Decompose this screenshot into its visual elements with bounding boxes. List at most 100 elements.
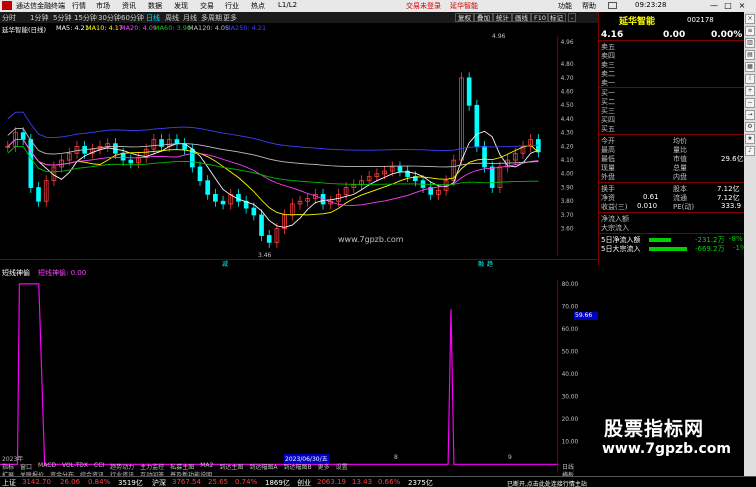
indicator-tab-0[interactable]: 指标 bbox=[0, 462, 16, 471]
indicator-tab-1[interactable]: 窗口 bbox=[18, 462, 34, 471]
biaoji-button[interactable]: 标记 bbox=[547, 13, 566, 22]
menu-jiaoyi[interactable]: 交易 bbox=[200, 1, 214, 11]
tongji-button[interactable]: 统计 bbox=[493, 13, 512, 22]
indicator-tab-10[interactable]: 到达幅图A bbox=[247, 462, 279, 471]
menu-hangqing[interactable]: 行情 bbox=[72, 1, 86, 11]
menu-bangzhu[interactable]: 帮助 bbox=[582, 1, 596, 11]
tab-period-month[interactable]: 月线 bbox=[183, 13, 197, 23]
settings-icon[interactable]: ⚙ bbox=[745, 122, 755, 132]
menu-gongneng[interactable]: 功能 bbox=[558, 1, 572, 11]
price-labels: 4.96 4.80 4.70 4.60 4.50 4.40 4.30 4.20 4.10 4.00… bbox=[561, 40, 574, 232]
inner-label: 内盘 bbox=[673, 173, 687, 181]
period-toolbar: 分时 1分钟 5分钟 15分钟 30分钟 60分钟 日线 周线 月线 多周期 更… bbox=[0, 12, 598, 23]
sz-value: 3767.54 bbox=[172, 478, 201, 486]
tab-period-more[interactable]: 更多 bbox=[223, 13, 237, 23]
price-tick-label: 4.00 bbox=[561, 172, 574, 178]
price-tick-label: 4.20 bbox=[561, 144, 574, 150]
side-tool-strip: × ≡ ▥ ▤ ▦ i + − → ⚙ ★ ♪ bbox=[744, 12, 756, 476]
collapse-button[interactable]: - bbox=[568, 13, 577, 22]
sh-amount: 3519亿 bbox=[118, 479, 143, 487]
current-price: 4.16 bbox=[601, 30, 624, 40]
indicator-tab-13[interactable]: 设置 bbox=[334, 462, 350, 471]
grid-icon[interactable]: ▦ bbox=[745, 62, 755, 72]
indicator-tab-9[interactable]: 到达主图 bbox=[217, 462, 245, 471]
indicator-tab-11[interactable]: 到达幅图B bbox=[281, 462, 313, 471]
pe-value: 333.9 bbox=[721, 202, 742, 210]
info-icon[interactable]: i bbox=[745, 74, 755, 84]
maximize-button[interactable]: □ bbox=[722, 0, 734, 12]
candle-body bbox=[28, 139, 34, 188]
tab-period-5m[interactable]: 5分钟 bbox=[53, 13, 71, 23]
huaxian-button[interactable]: 画线 bbox=[512, 13, 531, 22]
tab-period-15m[interactable]: 15分钟 bbox=[74, 13, 97, 23]
tab-period-1m[interactable]: 1分钟 bbox=[30, 13, 48, 23]
trade-status[interactable]: 交易未登录 bbox=[406, 1, 441, 11]
indicator-tab-7[interactable]: 私募主图 bbox=[168, 462, 196, 471]
eps-value: 0.010 bbox=[637, 202, 658, 210]
menu-redian[interactable]: 热点 bbox=[251, 1, 265, 11]
cy-pct: 0.66% bbox=[378, 478, 401, 486]
fuquan-button[interactable]: 复权 bbox=[455, 13, 474, 22]
monitor-icon[interactable] bbox=[608, 2, 617, 9]
candle-body bbox=[113, 143, 118, 154]
close-button[interactable]: × bbox=[736, 0, 748, 12]
stock-code: 002178 bbox=[687, 16, 714, 24]
pe-label: PE(动) bbox=[673, 203, 695, 211]
tab-period-week[interactable]: 周线 bbox=[165, 13, 179, 23]
menu-shuju[interactable]: 数据 bbox=[148, 1, 162, 11]
tab-period-30m[interactable]: 30分钟 bbox=[98, 13, 121, 23]
connection-status[interactable]: 已断开,点击此处连接行情主站 bbox=[507, 479, 587, 487]
ma10-value: MA10: 4.17 bbox=[86, 24, 124, 32]
price-tick-label: 3.60 bbox=[561, 227, 574, 233]
menu-hangye[interactable]: 行业 bbox=[225, 1, 239, 11]
big5-bar bbox=[649, 247, 687, 251]
indicator-tab-12[interactable]: 更多 bbox=[316, 462, 332, 471]
minus-icon[interactable]: − bbox=[745, 98, 755, 108]
indicator-tab-8[interactable]: MA2 bbox=[198, 462, 215, 470]
sz-change: 25.65 bbox=[208, 478, 229, 486]
arrow-icon[interactable]: → bbox=[745, 110, 755, 120]
menu-l1l2[interactable]: L1/L2 bbox=[278, 1, 297, 9]
indicator-tab-5[interactable]: 趋势动力 bbox=[108, 462, 136, 471]
candle-body bbox=[259, 214, 264, 236]
indicator-tab-2[interactable]: MACD bbox=[36, 462, 58, 470]
cy-label[interactable]: 创业 bbox=[297, 478, 311, 487]
ma-line bbox=[7, 128, 539, 168]
list-icon[interactable]: ≡ bbox=[745, 26, 755, 36]
indicator-chart[interactable]: 80.00 70.00 60.00 50.00 40.00 30.00 20.00 10.00 bbox=[0, 277, 580, 476]
ma-line bbox=[7, 139, 539, 216]
bell-icon[interactable]: ♪ bbox=[745, 146, 755, 156]
indicator-tab-3[interactable]: VOL-TDX bbox=[60, 462, 90, 470]
menu-zixun[interactable]: 资讯 bbox=[122, 1, 136, 11]
menu-faxian[interactable]: 发现 bbox=[174, 1, 188, 11]
big5-label: 5日大宗流入 bbox=[601, 245, 641, 253]
chart-icon[interactable]: ▥ bbox=[745, 38, 755, 48]
minimize-button[interactable]: — bbox=[708, 0, 720, 12]
menu-shichang[interactable]: 市场 bbox=[96, 1, 110, 11]
close-panel-icon[interactable]: × bbox=[745, 14, 755, 24]
tab-period-day[interactable]: 日线 bbox=[146, 13, 160, 23]
app-logo-icon bbox=[2, 1, 12, 10]
candlestick-chart[interactable]: 4.96 4.80 4.70 4.60 4.50 4.40 4.30 4.20 4.10 4.00… bbox=[0, 33, 580, 259]
sh-label[interactable]: 上证 bbox=[2, 478, 16, 487]
indicator-tab-4[interactable]: CCI bbox=[92, 462, 106, 470]
tab-period-fenshi[interactable]: 分时 bbox=[2, 13, 16, 23]
candle-body bbox=[36, 187, 41, 202]
plus-icon[interactable]: + bbox=[745, 86, 755, 96]
tab-period-multi[interactable]: 多周期 bbox=[201, 13, 222, 23]
candle-body bbox=[474, 104, 480, 147]
candle-body bbox=[482, 146, 487, 168]
nav-value: 0.61 bbox=[643, 193, 659, 201]
sz-label[interactable]: 沪深 bbox=[152, 478, 166, 487]
price-tick-label: 4.60 bbox=[561, 90, 574, 96]
tab-period-60m[interactable]: 60分钟 bbox=[121, 13, 144, 23]
star-icon[interactable]: ★ bbox=[745, 134, 755, 144]
low-price-mark: 3.46 bbox=[258, 252, 272, 259]
kline-icon[interactable]: ▤ bbox=[745, 50, 755, 60]
pane-divider[interactable] bbox=[0, 259, 598, 268]
date-tick-9: 9 bbox=[508, 454, 512, 461]
indicator-tab-6[interactable]: 主力监控 bbox=[138, 462, 166, 471]
stock-name: 延华智能 bbox=[619, 17, 656, 27]
clock: 09:23:28 bbox=[635, 1, 667, 9]
diejia-button[interactable]: 叠加 bbox=[474, 13, 493, 22]
